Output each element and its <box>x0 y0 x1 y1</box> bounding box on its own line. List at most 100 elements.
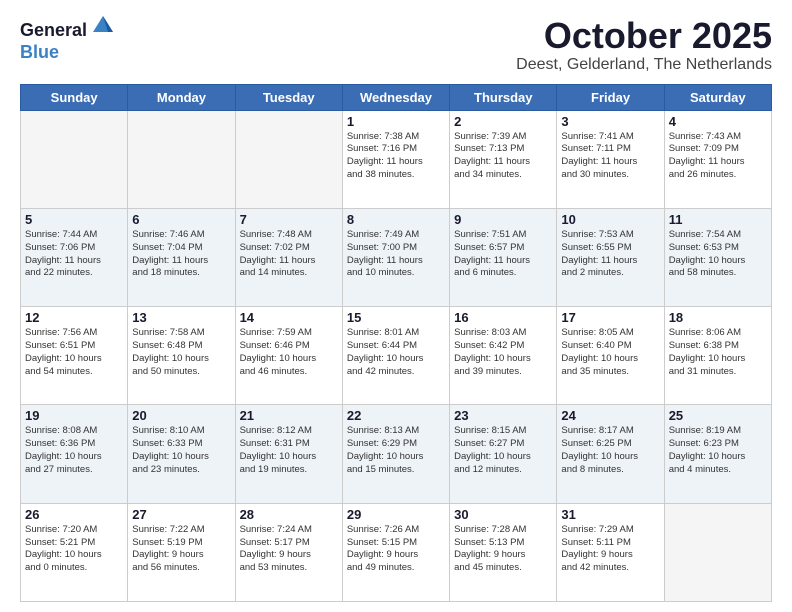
table-row: 19 Sunrise: 8:08 AM Sunset: 6:36 PM Dayli… <box>21 405 128 503</box>
table-row: 28 Sunrise: 7:24 AM Sunset: 5:17 PM Dayli… <box>235 503 342 601</box>
day-info: Sunrise: 8:05 AM Sunset: 6:40 PM Dayligh… <box>561 327 659 378</box>
day-number: 22 <box>347 408 445 423</box>
day-info: Sunrise: 7:51 AM Sunset: 6:57 PM Dayligh… <box>454 229 552 280</box>
header-wednesday: Wednesday <box>342 84 449 110</box>
month-title: October 2025 <box>516 16 772 56</box>
table-row: 30 Sunrise: 7:28 AM Sunset: 5:13 PM Dayli… <box>450 503 557 601</box>
table-row <box>664 503 771 601</box>
day-number: 3 <box>561 114 659 129</box>
table-row: 23 Sunrise: 8:15 AM Sunset: 6:27 PM Dayli… <box>450 405 557 503</box>
logo: General Blue <box>20 16 115 61</box>
table-row: 22 Sunrise: 8:13 AM Sunset: 6:29 PM Dayli… <box>342 405 449 503</box>
day-info: Sunrise: 8:12 AM Sunset: 6:31 PM Dayligh… <box>240 425 338 476</box>
header-sunday: Sunday <box>21 84 128 110</box>
day-number: 29 <box>347 507 445 522</box>
day-number: 12 <box>25 310 123 325</box>
table-row: 7 Sunrise: 7:48 AM Sunset: 7:02 PM Daylig… <box>235 208 342 306</box>
day-number: 30 <box>454 507 552 522</box>
day-info: Sunrise: 7:41 AM Sunset: 7:11 PM Dayligh… <box>561 131 659 182</box>
day-info: Sunrise: 7:20 AM Sunset: 5:21 PM Dayligh… <box>25 524 123 575</box>
calendar-header-row: Sunday Monday Tuesday Wednesday Thursday… <box>21 84 772 110</box>
day-number: 27 <box>132 507 230 522</box>
header-friday: Friday <box>557 84 664 110</box>
day-info: Sunrise: 8:17 AM Sunset: 6:25 PM Dayligh… <box>561 425 659 476</box>
table-row: 4 Sunrise: 7:43 AM Sunset: 7:09 PM Daylig… <box>664 110 771 208</box>
day-info: Sunrise: 8:08 AM Sunset: 6:36 PM Dayligh… <box>25 425 123 476</box>
table-row: 2 Sunrise: 7:39 AM Sunset: 7:13 PM Daylig… <box>450 110 557 208</box>
page: General Blue October 2025 Deest, Gelderl… <box>0 0 792 612</box>
day-number: 16 <box>454 310 552 325</box>
table-row: 24 Sunrise: 8:17 AM Sunset: 6:25 PM Dayli… <box>557 405 664 503</box>
table-row: 20Sunrise: 8:10 AM Sunset: 6:33 PM Dayli… <box>128 405 235 503</box>
table-row: 13Sunrise: 7:58 AM Sunset: 6:48 PM Dayli… <box>128 307 235 405</box>
table-row: 8Sunrise: 7:49 AM Sunset: 7:00 PM Daylig… <box>342 208 449 306</box>
day-number: 21 <box>240 408 338 423</box>
day-info: Sunrise: 8:19 AM Sunset: 6:23 PM Dayligh… <box>669 425 767 476</box>
day-number: 2 <box>454 114 552 129</box>
logo-icon <box>91 14 115 41</box>
header-thursday: Thursday <box>450 84 557 110</box>
day-info: Sunrise: 7:24 AM Sunset: 5:17 PM Dayligh… <box>240 524 338 575</box>
day-info: Sunrise: 7:48 AM Sunset: 7:02 PM Dayligh… <box>240 229 338 280</box>
table-row: 17 Sunrise: 8:05 AM Sunset: 6:40 PM Dayli… <box>557 307 664 405</box>
table-row <box>235 110 342 208</box>
day-number: 9 <box>454 212 552 227</box>
day-number: 1 <box>347 114 445 129</box>
table-row: 26Sunrise: 7:20 AM Sunset: 5:21 PM Dayli… <box>21 503 128 601</box>
table-row: 5Sunrise: 7:44 AM Sunset: 7:06 PM Daylig… <box>21 208 128 306</box>
day-number: 13 <box>132 310 230 325</box>
day-number: 19 <box>25 408 123 423</box>
table-row: 15 Sunrise: 8:01 AM Sunset: 6:44 PM Dayli… <box>342 307 449 405</box>
day-number: 10 <box>561 212 659 227</box>
table-row: 18Sunrise: 8:06 AM Sunset: 6:38 PM Dayli… <box>664 307 771 405</box>
table-row: 6 Sunrise: 7:46 AM Sunset: 7:04 PM Daylig… <box>128 208 235 306</box>
day-number: 4 <box>669 114 767 129</box>
day-info: Sunrise: 8:13 AM Sunset: 6:29 PM Dayligh… <box>347 425 445 476</box>
location-title: Deest, Gelderland, The Netherlands <box>516 56 772 74</box>
table-row: 12 Sunrise: 7:56 AM Sunset: 6:51 PM Dayli… <box>21 307 128 405</box>
day-info: Sunrise: 7:46 AM Sunset: 7:04 PM Dayligh… <box>132 229 230 280</box>
day-number: 28 <box>240 507 338 522</box>
day-info: Sunrise: 7:26 AM Sunset: 5:15 PM Dayligh… <box>347 524 445 575</box>
day-info: Sunrise: 8:10 AM Sunset: 6:33 PM Dayligh… <box>132 425 230 476</box>
table-row: 11 Sunrise: 7:54 AM Sunset: 6:53 PM Dayli… <box>664 208 771 306</box>
day-number: 6 <box>132 212 230 227</box>
day-info: Sunrise: 7:56 AM Sunset: 6:51 PM Dayligh… <box>25 327 123 378</box>
table-row: 10 Sunrise: 7:53 AM Sunset: 6:55 PM Dayli… <box>557 208 664 306</box>
day-info: Sunrise: 7:54 AM Sunset: 6:53 PM Dayligh… <box>669 229 767 280</box>
day-info: Sunrise: 7:59 AM Sunset: 6:46 PM Dayligh… <box>240 327 338 378</box>
day-info: Sunrise: 8:01 AM Sunset: 6:44 PM Dayligh… <box>347 327 445 378</box>
day-info: Sunrise: 7:28 AM Sunset: 5:13 PM Dayligh… <box>454 524 552 575</box>
day-number: 15 <box>347 310 445 325</box>
calendar-week-row: 1Sunrise: 7:38 AM Sunset: 7:16 PM Daylig… <box>21 110 772 208</box>
day-info: Sunrise: 7:39 AM Sunset: 7:13 PM Dayligh… <box>454 131 552 182</box>
calendar-week-row: 12 Sunrise: 7:56 AM Sunset: 6:51 PM Dayli… <box>21 307 772 405</box>
calendar-week-row: 5Sunrise: 7:44 AM Sunset: 7:06 PM Daylig… <box>21 208 772 306</box>
day-number: 17 <box>561 310 659 325</box>
day-number: 31 <box>561 507 659 522</box>
day-number: 25 <box>669 408 767 423</box>
table-row: 27 Sunrise: 7:22 AM Sunset: 5:19 PM Dayli… <box>128 503 235 601</box>
day-number: 23 <box>454 408 552 423</box>
table-row: 21 Sunrise: 8:12 AM Sunset: 6:31 PM Dayli… <box>235 405 342 503</box>
day-info: Sunrise: 8:03 AM Sunset: 6:42 PM Dayligh… <box>454 327 552 378</box>
table-row: 1Sunrise: 7:38 AM Sunset: 7:16 PM Daylig… <box>342 110 449 208</box>
day-info: Sunrise: 7:43 AM Sunset: 7:09 PM Dayligh… <box>669 131 767 182</box>
calendar-week-row: 26Sunrise: 7:20 AM Sunset: 5:21 PM Dayli… <box>21 503 772 601</box>
day-info: Sunrise: 7:29 AM Sunset: 5:11 PM Dayligh… <box>561 524 659 575</box>
header: General Blue October 2025 Deest, Gelderl… <box>20 16 772 74</box>
table-row <box>128 110 235 208</box>
day-info: Sunrise: 8:15 AM Sunset: 6:27 PM Dayligh… <box>454 425 552 476</box>
day-number: 18 <box>669 310 767 325</box>
logo-blue-text: Blue <box>20 43 115 61</box>
table-row: 9 Sunrise: 7:51 AM Sunset: 6:57 PM Daylig… <box>450 208 557 306</box>
day-number: 11 <box>669 212 767 227</box>
day-number: 14 <box>240 310 338 325</box>
day-number: 24 <box>561 408 659 423</box>
header-tuesday: Tuesday <box>235 84 342 110</box>
table-row <box>21 110 128 208</box>
logo-general-text: General <box>20 21 87 39</box>
day-info: Sunrise: 7:53 AM Sunset: 6:55 PM Dayligh… <box>561 229 659 280</box>
day-info: Sunrise: 7:22 AM Sunset: 5:19 PM Dayligh… <box>132 524 230 575</box>
day-number: 7 <box>240 212 338 227</box>
